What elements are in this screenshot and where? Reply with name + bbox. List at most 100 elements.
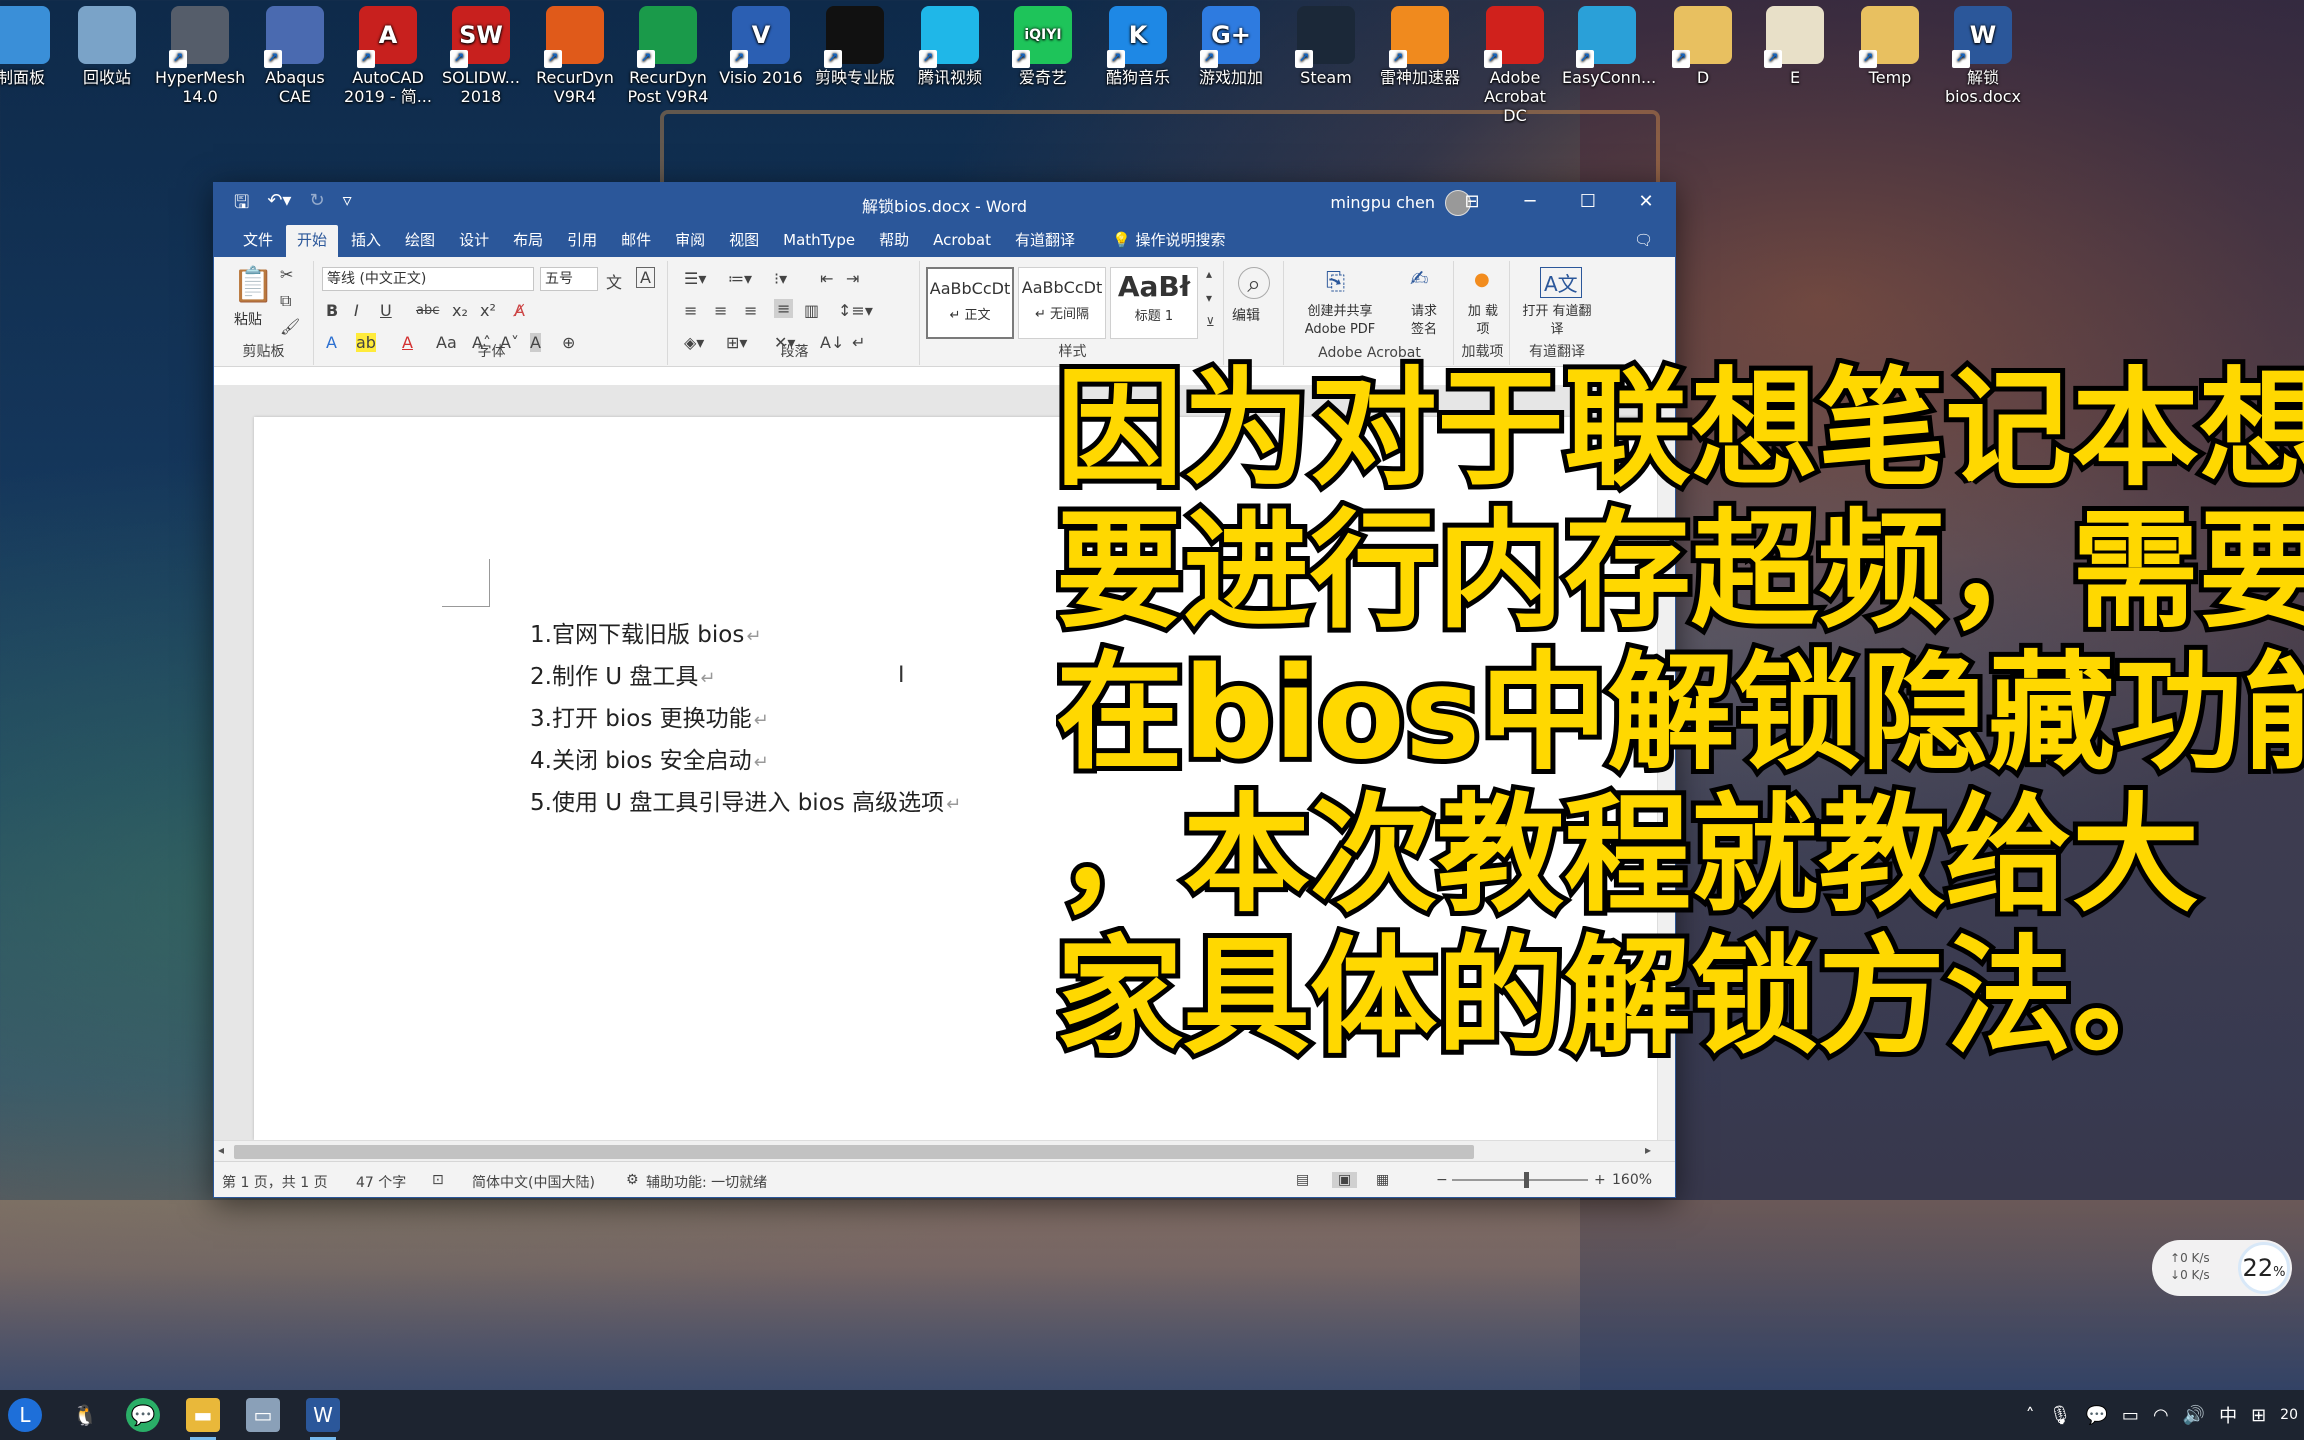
- cut-icon[interactable]: ✂: [280, 265, 293, 284]
- zoom-slider[interactable]: [1452, 1179, 1588, 1181]
- create-share-pdf-button[interactable]: 创建并共享 Adobe PDF: [1290, 303, 1390, 339]
- align-center-icon[interactable]: ≡: [714, 301, 727, 320]
- proofing-icon[interactable]: ⊡: [432, 1172, 444, 1188]
- print-layout-icon[interactable]: ▣: [1332, 1172, 1358, 1188]
- paste-icon[interactable]: 📋: [232, 265, 274, 305]
- desktop-icon[interactable]: 腾讯视频: [905, 6, 995, 87]
- accessibility-icon[interactable]: ⚙: [626, 1172, 639, 1188]
- file-explorer-icon[interactable]: ▬: [186, 1398, 220, 1440]
- tab-item[interactable]: 开始: [286, 225, 339, 257]
- tab-item[interactable]: Acrobat: [922, 225, 1002, 257]
- font-name-combo[interactable]: 等线 (中文正文): [322, 267, 534, 291]
- addins-icon[interactable]: ●: [1474, 269, 1490, 290]
- desktop-icon[interactable]: K酷狗音乐: [1093, 6, 1183, 87]
- search-icon[interactable]: ⌕: [1238, 267, 1270, 299]
- volume-icon[interactable]: 🔊: [2183, 1405, 2205, 1426]
- focus-mode-icon[interactable]: ▤: [1296, 1172, 1309, 1188]
- language[interactable]: 简体中文(中国大陆): [472, 1172, 595, 1192]
- horizontal-scroll-thumb[interactable]: [234, 1145, 1474, 1159]
- tray-overflow-icon[interactable]: ˄: [2026, 1405, 2035, 1426]
- tab-item[interactable]: 引用: [556, 225, 608, 257]
- scroll-left-icon[interactable]: ◂: [218, 1143, 224, 1157]
- style-no-spacing[interactable]: AaBbCcDt ↵ 无间隔: [1018, 267, 1106, 339]
- tab-item[interactable]: 插入: [340, 225, 392, 257]
- italic-icon[interactable]: I: [354, 301, 359, 320]
- wechat-icon[interactable]: 💬: [126, 1398, 160, 1432]
- network-widget[interactable]: ↑0 K/s ↓0 K/s 22%: [2152, 1240, 2292, 1296]
- addins-button[interactable]: 加 载项: [1464, 303, 1502, 339]
- qq-icon[interactable]: 🐧: [68, 1398, 102, 1432]
- numbering-icon[interactable]: ≔▾: [728, 269, 752, 288]
- wifi-icon[interactable]: ◠: [2153, 1405, 2169, 1426]
- style-heading-1[interactable]: AaBł 标题 1: [1110, 267, 1198, 339]
- paste-button[interactable]: 粘贴: [234, 309, 262, 329]
- desktop-icon[interactable]: 制面板: [0, 6, 66, 87]
- desktop-icon[interactable]: Adobe Acrobat DC: [1470, 6, 1560, 125]
- desktop-icon[interactable]: Abaqus CAE: [250, 6, 340, 106]
- comments-icon[interactable]: 🗨: [1624, 225, 1663, 257]
- web-layout-icon[interactable]: ▦: [1376, 1172, 1389, 1188]
- desktop-icon[interactable]: EasyConn...: [1562, 6, 1656, 87]
- tab-item[interactable]: 设计: [448, 225, 500, 257]
- multilevel-list-icon[interactable]: ⁝▾: [774, 269, 787, 288]
- battery-icon[interactable]: ▭: [2122, 1405, 2139, 1426]
- scroll-right-icon[interactable]: ▸: [1645, 1143, 1651, 1157]
- decrease-indent-icon[interactable]: ⇤: [820, 269, 833, 288]
- clock[interactable]: 20: [2280, 1407, 2298, 1423]
- desktop-icon[interactable]: 雷神加速器: [1375, 6, 1465, 87]
- tab-item[interactable]: 文件: [232, 225, 284, 257]
- desktop-icon[interactable]: iQIYI爱奇艺: [998, 6, 1088, 87]
- desktop-icon[interactable]: SWSOLIDW... 2018: [436, 6, 526, 106]
- desktop-icon[interactable]: D: [1658, 6, 1748, 87]
- char-border-icon[interactable]: A: [636, 267, 655, 288]
- superscript-icon[interactable]: x²: [480, 301, 496, 320]
- tab-item[interactable]: 布局: [502, 225, 554, 257]
- styles-scroll-up-icon[interactable]: ▴: [1206, 267, 1212, 281]
- desktop-icon[interactable]: RecurDyn Post V9R4: [623, 6, 713, 106]
- document-text[interactable]: 1.官网下载旧版 bios ↵ 2.制作 U 盘工具 ↵ 3.打开 bios 更换功能 ↵…: [530, 615, 961, 825]
- document-line[interactable]: 4.关闭 bios 安全启动 ↵: [530, 741, 961, 783]
- bullets-icon[interactable]: ☰▾: [684, 269, 706, 288]
- accessibility-status[interactable]: 辅助功能: 一切就绪: [646, 1172, 767, 1192]
- zoom-in-icon[interactable]: +: [1594, 1172, 1606, 1188]
- ribbon-display-icon[interactable]: ⊟: [1443, 183, 1501, 221]
- horizontal-scrollbar[interactable]: ◂ ▸: [214, 1140, 1675, 1162]
- document-line[interactable]: 1.官网下载旧版 bios ↵: [530, 615, 961, 657]
- tab-item[interactable]: 审阅: [664, 225, 716, 257]
- zoom-out-icon[interactable]: −: [1436, 1172, 1448, 1188]
- close-button[interactable]: ✕: [1617, 183, 1675, 221]
- font-size-combo[interactable]: 五号: [540, 267, 598, 291]
- underline-icon[interactable]: U: [380, 301, 392, 320]
- align-left-icon[interactable]: ≡: [684, 301, 697, 320]
- desktop-icon[interactable]: Temp: [1845, 6, 1935, 87]
- zoom-slider-thumb[interactable]: [1524, 1172, 1529, 1188]
- align-right-icon[interactable]: ≡: [744, 301, 757, 320]
- adobe-pdf-icon[interactable]: ⎘: [1326, 267, 1345, 295]
- tab-item[interactable]: 绘图: [394, 225, 446, 257]
- increase-indent-icon[interactable]: ⇥: [846, 269, 859, 288]
- copy-icon[interactable]: ⧉: [280, 291, 291, 311]
- app-icon[interactable]: ▭: [246, 1398, 280, 1432]
- open-youdao-button[interactable]: 打开 有道翻译: [1520, 303, 1594, 339]
- tab-item[interactable]: 邮件: [610, 225, 662, 257]
- distributed-icon[interactable]: ▥: [804, 301, 819, 320]
- format-painter-icon[interactable]: 🖌: [280, 317, 300, 336]
- ime-indicator[interactable]: 中: [2219, 1402, 2237, 1428]
- styles-scroll-down-icon[interactable]: ▾: [1206, 291, 1212, 305]
- document-line[interactable]: 2.制作 U 盘工具 ↵: [530, 657, 961, 699]
- desktop-icon[interactable]: AAutoCAD 2019 - 简...: [343, 6, 433, 106]
- minimize-button[interactable]: ─: [1501, 183, 1559, 221]
- tab-item[interactable]: 有道翻译: [1004, 225, 1086, 257]
- styles-more-icon[interactable]: ⊻: [1206, 315, 1215, 329]
- ime-mode-icon[interactable]: ⊞: [2251, 1405, 2266, 1426]
- document-line[interactable]: 3.打开 bios 更换功能 ↵: [530, 699, 961, 741]
- desktop-icon[interactable]: Steam: [1281, 6, 1371, 87]
- desktop-icon[interactable]: HyperMesh 14.0: [155, 6, 245, 106]
- user-name[interactable]: mingpu chen: [1330, 193, 1435, 212]
- word-taskbar-icon[interactable]: W: [306, 1398, 340, 1440]
- word-count[interactable]: 47 个字: [356, 1172, 406, 1192]
- edit-button[interactable]: 编辑: [1232, 305, 1260, 325]
- translate-icon[interactable]: A文: [1540, 267, 1582, 298]
- bold-icon[interactable]: B: [326, 301, 338, 320]
- line-spacing-icon[interactable]: ↕≡▾: [838, 301, 873, 320]
